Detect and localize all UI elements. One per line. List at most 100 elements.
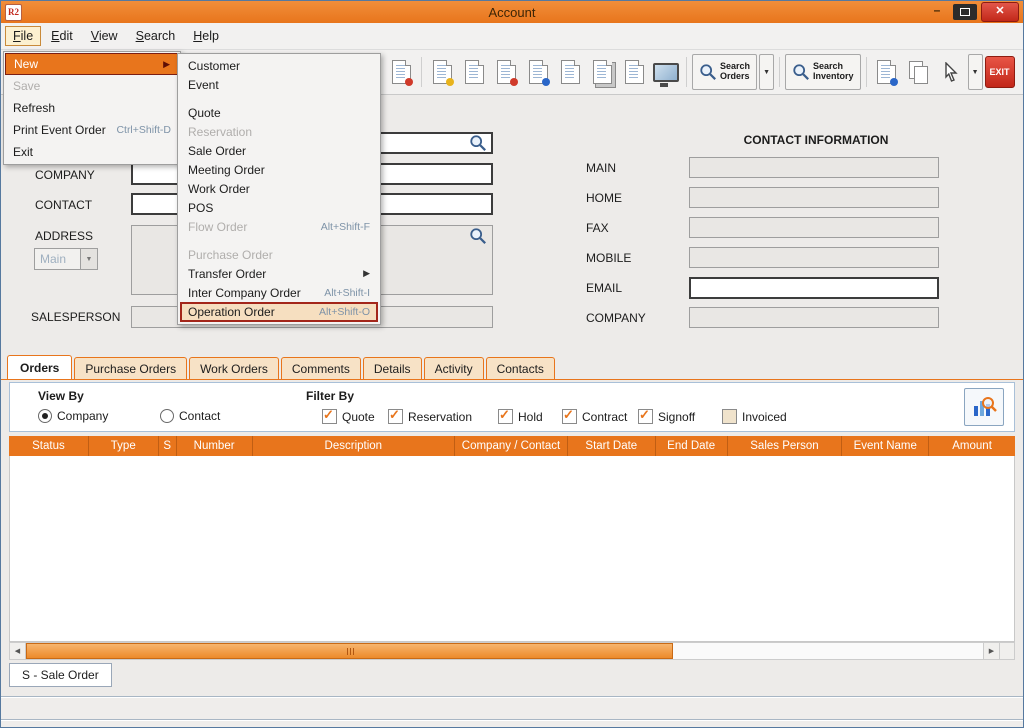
filter-reservation-checkbox[interactable]: Reservation [388, 409, 472, 424]
submenu-item-quote[interactable]: Quote [180, 103, 378, 122]
file-menu-save-label: Save [13, 79, 40, 93]
menu-file[interactable]: File [5, 26, 41, 46]
toolbar-icon-18[interactable] [587, 54, 617, 90]
col-description[interactable]: Description [253, 436, 456, 456]
file-menu-item-print-event-order[interactable]: Print Event Order Ctrl+Shift-D [5, 119, 179, 141]
doc-icon [465, 60, 484, 84]
exit-button[interactable]: EXIT [985, 56, 1015, 88]
file-menu-print-shortcut: Ctrl+Shift-D [116, 124, 171, 136]
submenu-item-pos[interactable]: POS [180, 198, 378, 217]
menu-view[interactable]: View [83, 26, 126, 46]
col-company-contact[interactable]: Company / Contact [455, 436, 568, 456]
toolbar-icon-13[interactable] [427, 54, 457, 90]
email-input[interactable] [689, 277, 939, 299]
file-menu-print-label: Print Event Order [13, 123, 106, 137]
menu-edit[interactable]: Edit [43, 26, 81, 46]
tab-contacts[interactable]: Contacts [486, 357, 555, 379]
account-window: R2 Account – ✕ File Edit View Search Hel… [0, 0, 1024, 728]
submenu-item-operation-order[interactable]: Operation Order Alt+Shift-O [180, 302, 378, 322]
submenu-item-transfer-order[interactable]: Transfer Order ▶ [180, 264, 378, 283]
view-by-contact-radio[interactable]: Contact [160, 409, 220, 423]
scroll-right-arrow[interactable]: ▶ [983, 643, 999, 659]
col-type[interactable]: Type [89, 436, 159, 456]
toolbar-icon-17[interactable] [555, 54, 585, 90]
search-orders-button[interactable]: SearchOrders [692, 54, 757, 90]
account-search-icon[interactable] [469, 134, 487, 152]
submenu-item-sale-order[interactable]: Sale Order [180, 141, 378, 160]
tab-purchase-orders[interactable]: Purchase Orders [74, 357, 187, 379]
col-sales-person[interactable]: Sales Person [728, 436, 843, 456]
pointer-dropdown[interactable]: ▼ [968, 54, 983, 90]
file-menu-new-label: New [14, 57, 38, 71]
mobile-input [689, 247, 939, 268]
filter-hold-label: Hold [518, 410, 543, 424]
tab-work-orders[interactable]: Work Orders [189, 357, 279, 379]
search-orders-dropdown[interactable]: ▼ [759, 54, 774, 90]
toolbar-icon-15[interactable] [491, 54, 521, 90]
toolbar-icon-form[interactable] [872, 54, 902, 90]
maximize-button[interactable] [953, 4, 977, 20]
col-event-name[interactable]: Event Name [842, 436, 929, 456]
toolbar-icon-16[interactable] [523, 54, 553, 90]
filter-contract-checkbox[interactable]: Contract [562, 409, 627, 424]
toolbar-icon-12[interactable] [386, 54, 416, 90]
col-amount[interactable]: Amount [929, 436, 1015, 456]
mobile-label: MOBILE [586, 251, 631, 265]
submenu-item-work-order[interactable]: Work Order [180, 179, 378, 198]
address-type-combo[interactable]: Main ▼ [34, 248, 98, 270]
close-button[interactable]: ✕ [981, 2, 1019, 22]
view-by-company-label: Company [57, 409, 108, 423]
checkbox-icon [322, 409, 337, 424]
filter-signoff-checkbox[interactable]: Signoff [638, 409, 695, 424]
scrollbar-corner [999, 643, 1014, 659]
submenu-item-event[interactable]: Event [180, 75, 378, 94]
filter-quote-checkbox[interactable]: Quote [322, 409, 375, 424]
orders-table-body[interactable] [9, 456, 1015, 642]
salesperson-label: SALESPERSON [31, 310, 120, 324]
submenu-item-customer[interactable]: Customer [180, 56, 378, 75]
col-s[interactable]: S [159, 436, 177, 456]
submenu-item-meeting-order[interactable]: Meeting Order [180, 160, 378, 179]
file-menu: New ▶ Save Refresh Print Event Order Ctr… [3, 51, 181, 165]
scrollbar-track[interactable] [673, 643, 983, 659]
filter-invoiced-checkbox[interactable]: Invoiced [722, 409, 787, 424]
file-menu-item-new[interactable]: New ▶ [5, 53, 179, 75]
scrollbar-thumb[interactable] [26, 643, 673, 659]
filter-invoiced-label: Invoiced [742, 410, 787, 424]
submenu-item-inter-company-order[interactable]: Inter Company Order Alt+Shift-I [180, 283, 378, 302]
col-end-date[interactable]: End Date [656, 436, 728, 456]
refresh-results-button[interactable] [964, 388, 1004, 426]
tab-activity[interactable]: Activity [424, 357, 484, 379]
minimize-button[interactable]: – [925, 4, 949, 20]
toolbar-icon-19[interactable] [619, 54, 649, 90]
col-start-date[interactable]: Start Date [568, 436, 656, 456]
scroll-left-arrow[interactable]: ◀ [10, 643, 26, 659]
submenu-event-label: Event [188, 78, 219, 92]
toolbar-icon-pointer[interactable] [936, 54, 966, 90]
search-orders-label-1: Search [720, 61, 750, 71]
toolbar-icon-14[interactable] [459, 54, 489, 90]
menu-help[interactable]: Help [185, 26, 227, 46]
toolbar-icon-copy[interactable] [904, 54, 934, 90]
app-icon[interactable]: R2 [5, 4, 22, 21]
toolbar-icon-20[interactable] [651, 54, 681, 90]
doc-edit-icon [433, 60, 452, 84]
tab-orders[interactable]: Orders [7, 355, 72, 379]
filter-quote-label: Quote [342, 410, 375, 424]
filter-hold-checkbox[interactable]: Hold [498, 409, 543, 424]
submenu-sale-order-label: Sale Order [188, 144, 246, 158]
file-menu-item-exit[interactable]: Exit [5, 141, 179, 163]
tab-details[interactable]: Details [363, 357, 422, 379]
menu-search[interactable]: Search [128, 26, 184, 46]
view-by-company-radio[interactable]: Company [38, 409, 108, 423]
tab-comments[interactable]: Comments [281, 357, 361, 379]
search-inventory-button[interactable]: SearchInventory [785, 54, 861, 90]
radio-icon [38, 409, 52, 423]
search-inventory-label-1: Search [813, 61, 843, 71]
col-status[interactable]: Status [9, 436, 89, 456]
address-search-icon[interactable] [469, 227, 487, 245]
col-number[interactable]: Number [177, 436, 253, 456]
file-menu-item-refresh[interactable]: Refresh [5, 97, 179, 119]
pointer-icon [942, 62, 960, 82]
filter-signoff-label: Signoff [658, 410, 695, 424]
